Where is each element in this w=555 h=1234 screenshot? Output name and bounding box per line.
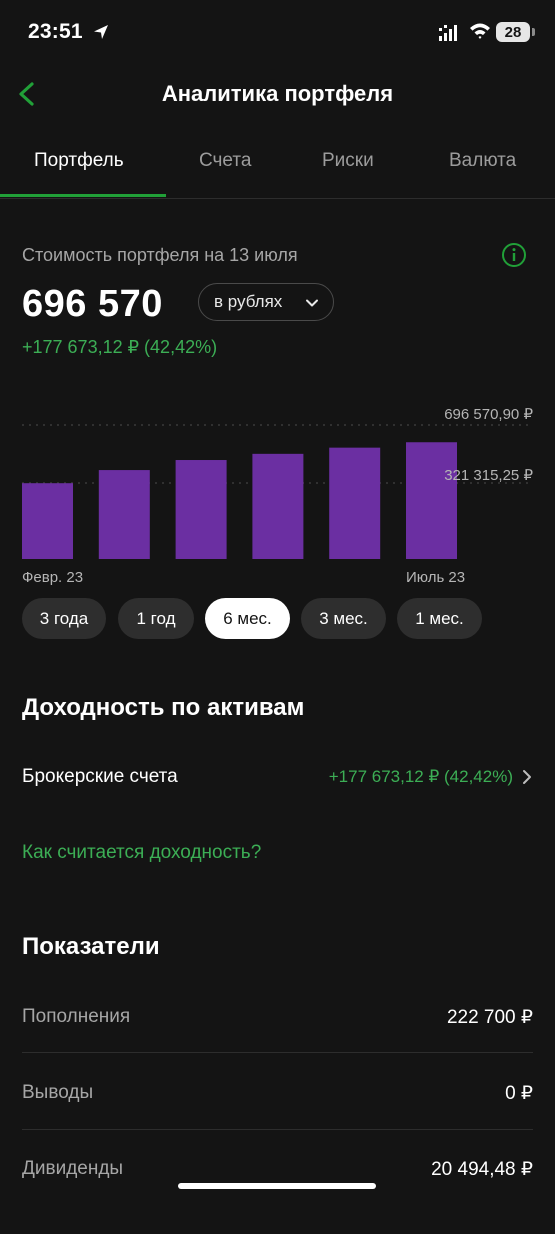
tab-accounts[interactable]: Счета <box>199 150 251 172</box>
page-title: Аналитика портфеля <box>161 81 394 106</box>
chart-bar[interactable] <box>252 453 304 559</box>
active-tab-indicator <box>0 194 166 197</box>
divider <box>22 1052 533 1053</box>
location-arrow-icon <box>94 25 108 39</box>
broker-accounts-label[interactable]: Брокерские счета <box>22 766 178 788</box>
divider <box>22 1129 533 1130</box>
metric-value: 0 ₽ <box>505 1083 533 1104</box>
reference-line-label: 696 570,90 ₽ <box>444 406 533 423</box>
period-1-year[interactable]: 1 год <box>118 598 194 639</box>
portfolio-value-label: Стоимость портфеля на 13 июля <box>22 245 298 265</box>
metric-row-withdrawals: Выводы 0 ₽ <box>22 1082 533 1158</box>
broker-accounts-value[interactable]: +177 673,12 ₽ (42,42%) <box>329 767 513 787</box>
x-tick-label: Июль 23 <box>406 569 465 586</box>
chart-bar[interactable] <box>406 442 457 559</box>
status-time: 23:51 <box>28 20 83 43</box>
cellular-signal-icon <box>439 25 457 41</box>
wifi-icon <box>470 23 490 39</box>
chart-bar[interactable] <box>329 447 381 559</box>
reference-line-label: 321 315,25 ₽ <box>444 467 533 484</box>
chevron-right-icon[interactable] <box>520 767 534 787</box>
tab-portfolio[interactable]: Портфель <box>34 150 124 172</box>
how-returns-calculated-link[interactable]: Как считается доходность? <box>22 842 261 864</box>
currency-dropdown-label: в рублях <box>214 292 283 311</box>
portfolio-change: +177 673,12 ₽ (42,42%) <box>22 337 218 357</box>
chart-bar[interactable] <box>175 460 227 559</box>
metric-label: Выводы <box>22 1082 94 1103</box>
tab-currency[interactable]: Валюта <box>449 150 516 172</box>
metric-label: Дивиденды <box>22 1158 124 1179</box>
chart-bar[interactable] <box>98 470 150 559</box>
returns-section-title: Доходность по активам <box>22 694 305 721</box>
battery-cap <box>532 28 535 36</box>
home-indicator <box>178 1183 376 1189</box>
period-1-month[interactable]: 1 мес. <box>397 598 482 639</box>
portfolio-value: 696 570 <box>22 283 163 325</box>
metric-row-dividends: Дивиденды 20 494,48 ₽ <box>22 1158 533 1234</box>
metric-value: 20 494,48 ₽ <box>431 1159 533 1180</box>
currency-dropdown[interactable]: в рублях <box>198 283 334 321</box>
status-bar: 23:51 28 <box>0 0 555 66</box>
chart-bar[interactable] <box>22 483 73 559</box>
x-tick-label: Февр. 23 <box>22 569 83 586</box>
period-6-months[interactable]: 6 мес. <box>205 598 290 639</box>
info-icon[interactable] <box>501 242 527 268</box>
metric-label: Пополнения <box>22 1006 131 1027</box>
period-selector: 3 года 1 год 6 мес. 3 мес. 1 мес. <box>0 598 555 640</box>
period-3-months[interactable]: 3 мес. <box>301 598 386 639</box>
chevron-down-icon <box>306 299 318 307</box>
portfolio-bar-chart: 696 570,90 ₽ 321 315,25 ₽ Февр. 23 Июль 23 <box>22 406 533 586</box>
tab-bar: Портфель Счета Риски Валюта <box>0 136 555 199</box>
tab-risks[interactable]: Риски <box>322 150 374 172</box>
period-3-years[interactable]: 3 года <box>22 598 106 639</box>
battery-icon: 28 <box>496 22 530 42</box>
metric-row-deposits: Пополнения 222 700 ₽ <box>22 1006 533 1082</box>
metrics-section-title: Показатели <box>22 933 160 960</box>
metric-value: 222 700 ₽ <box>446 1007 533 1028</box>
